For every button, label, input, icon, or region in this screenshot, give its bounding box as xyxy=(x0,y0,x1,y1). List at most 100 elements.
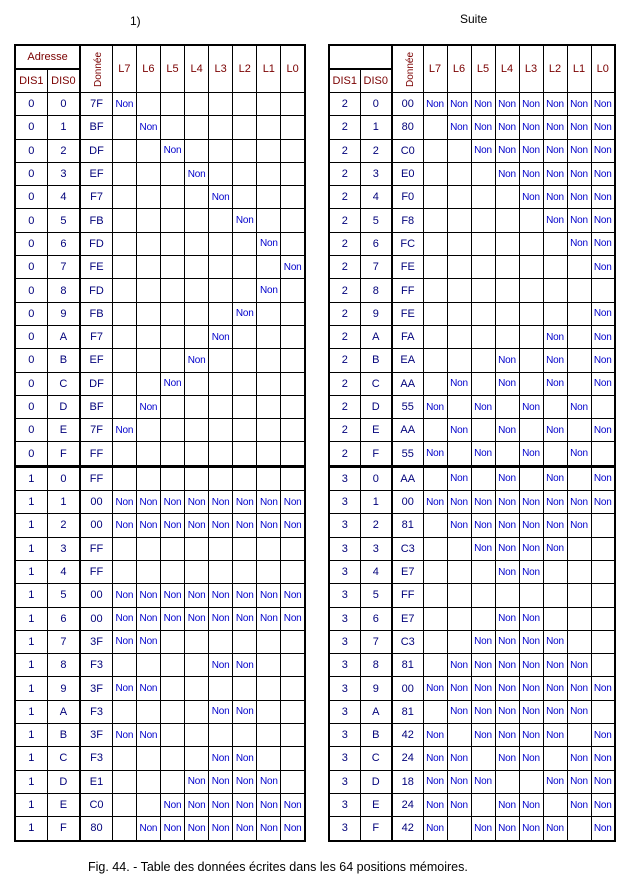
cell-led-l5 xyxy=(159,723,186,748)
cell-led-l4: Non xyxy=(494,464,520,492)
cell-led-l4 xyxy=(184,441,210,467)
cell-data: FF xyxy=(79,559,113,585)
cell-dis1: 1 xyxy=(14,536,48,561)
table-row: 1 E C0 Non Non Non Non Non Non xyxy=(14,792,306,818)
cell-dis0: 3 xyxy=(359,161,393,187)
cell-led-l6 xyxy=(135,653,161,678)
cell-led-l3 xyxy=(208,394,234,420)
cell-led-l6 xyxy=(135,255,161,280)
cell-led-l0 xyxy=(590,278,616,303)
cell-led-l1 xyxy=(566,629,592,655)
cell-led-l1 xyxy=(256,138,282,163)
cell-dis0: E xyxy=(359,418,393,443)
cell-led-l0 xyxy=(280,371,306,396)
cell-led-l6: Non xyxy=(135,115,161,140)
cell-led-l4 xyxy=(184,278,210,303)
cell-led-l3: Non xyxy=(518,91,544,117)
cell-led-l2: Non xyxy=(542,653,568,678)
cell-led-l7 xyxy=(422,583,448,608)
cell-led-l2: Non xyxy=(232,816,258,841)
cell-led-l5 xyxy=(159,91,186,117)
cell-data: 42 xyxy=(391,723,424,748)
cell-data: FF xyxy=(79,441,113,467)
cell-dis0: D xyxy=(359,769,393,794)
cell-led-l1: Non xyxy=(256,583,282,608)
cell-led-l7 xyxy=(111,278,137,303)
cell-led-l3: Non xyxy=(518,513,544,538)
cell-dis0: 4 xyxy=(359,559,393,585)
cell-led-l5: Non xyxy=(470,490,496,515)
cell-dis0: 3 xyxy=(46,161,81,187)
cell-data: C0 xyxy=(391,138,424,163)
cell-data: 3F xyxy=(79,676,113,701)
cell-led-l4 xyxy=(184,255,210,280)
cell-dis1: 0 xyxy=(14,348,48,373)
table-row: 0 D BF Non xyxy=(14,394,306,420)
header-address-blank xyxy=(328,44,393,70)
cell-dis0: 7 xyxy=(46,629,81,655)
cell-led-l2 xyxy=(542,583,568,608)
cell-dis1: 2 xyxy=(328,418,361,443)
cell-led-l1: Non xyxy=(566,676,592,701)
cell-led-l1: Non xyxy=(566,513,592,538)
cell-led-l7 xyxy=(111,161,137,187)
cell-led-l5 xyxy=(159,653,186,678)
cell-data: C0 xyxy=(79,792,113,818)
cell-led-l3: Non xyxy=(208,606,234,631)
cell-dis1: 0 xyxy=(14,278,48,303)
cell-led-l2 xyxy=(232,324,258,350)
cell-data: 55 xyxy=(391,394,424,420)
cell-led-l2 xyxy=(232,161,258,187)
cell-led-l6: Non xyxy=(446,464,472,492)
cell-led-l7 xyxy=(111,536,137,561)
table-row: 0 3 EF Non xyxy=(14,161,306,187)
cell-dis0: 1 xyxy=(46,490,81,515)
header-led: L6 xyxy=(446,44,472,93)
cell-dis1: 0 xyxy=(14,138,48,163)
cell-led-l2 xyxy=(232,676,258,701)
cell-led-l1: Non xyxy=(566,746,592,771)
cell-led-l3 xyxy=(518,348,544,373)
cell-led-l1 xyxy=(256,115,282,140)
cell-data: F0 xyxy=(391,185,424,210)
cell-dis0: 7 xyxy=(46,255,81,280)
cell-dis0: C xyxy=(46,746,81,771)
cell-led-l5 xyxy=(470,231,496,257)
cell-led-l0 xyxy=(590,394,616,420)
cell-led-l7 xyxy=(422,301,448,326)
cell-led-l5 xyxy=(159,278,186,303)
cell-data: EF xyxy=(79,161,113,187)
cell-dis1: 1 xyxy=(14,490,48,515)
cell-led-l4: Non xyxy=(494,816,520,841)
cell-led-l5 xyxy=(159,394,186,420)
cell-led-l5 xyxy=(159,464,186,492)
cell-led-l7: Non xyxy=(422,723,448,748)
cell-led-l7 xyxy=(422,513,448,538)
cell-led-l5 xyxy=(159,324,186,350)
cell-led-l3: Non xyxy=(208,653,234,678)
cell-led-l0 xyxy=(280,653,306,678)
table-row: 0 5 FB Non xyxy=(14,208,306,233)
cell-led-l4: Non xyxy=(494,91,520,117)
cell-dis1: 0 xyxy=(14,441,48,467)
cell-led-l4: Non xyxy=(494,418,520,443)
cell-data: 3F xyxy=(79,629,113,655)
cell-led-l2 xyxy=(542,255,568,280)
cell-dis1: 0 xyxy=(14,324,48,350)
cell-dis0: 2 xyxy=(359,513,393,538)
memory-table-left: Adresse Donnée L7 L6 L5 L4 L3 L2 L1 L0 D… xyxy=(14,44,306,842)
cell-data: AA xyxy=(391,371,424,396)
cell-led-l2: Non xyxy=(232,490,258,515)
cell-led-l1 xyxy=(256,653,282,678)
cell-led-l0: Non xyxy=(590,676,616,701)
cell-dis0: 1 xyxy=(359,490,393,515)
cell-data: 7F xyxy=(79,91,113,117)
header-led: L4 xyxy=(184,44,210,93)
cell-led-l4: Non xyxy=(494,629,520,655)
cell-led-l2 xyxy=(232,91,258,117)
cell-led-l1 xyxy=(256,185,282,210)
cell-led-l1: Non xyxy=(566,394,592,420)
header-led: L3 xyxy=(208,44,234,93)
cell-dis1: 3 xyxy=(328,513,361,538)
cell-led-l6 xyxy=(135,371,161,396)
